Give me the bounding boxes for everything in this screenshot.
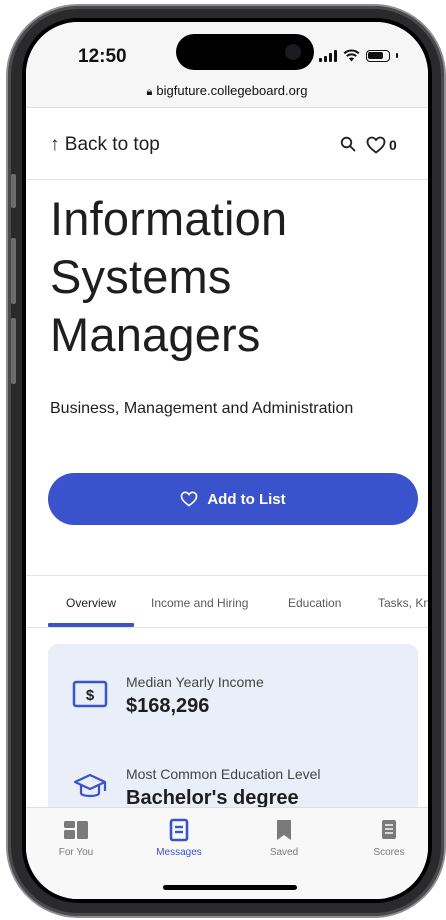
phone-bezel: 12:50 🔒︎bigfuture.collegeboard.org ↑ Ba <box>22 18 432 903</box>
add-to-list-label: Add to List <box>207 490 286 508</box>
action-button <box>11 174 16 208</box>
home-indicator[interactable] <box>163 885 297 890</box>
tab-tasks[interactable]: Tasks, Kno <box>378 596 428 610</box>
volume-down-button <box>11 318 16 384</box>
screen: 12:50 🔒︎bigfuture.collegeboard.org ↑ Ba <box>26 22 428 899</box>
stat-label: Most Common Education Level <box>126 766 321 782</box>
battery-icon <box>366 49 390 62</box>
tab-bar-saved[interactable]: Saved <box>244 818 324 858</box>
bookmark-icon <box>277 820 291 840</box>
status-time: 12:50 <box>78 46 127 67</box>
saved-list-button[interactable]: 0 <box>366 136 397 154</box>
top-nav: ↑ Back to top 0 <box>26 108 428 180</box>
tab-bar-messages[interactable]: Messages <box>139 818 219 858</box>
tab-bar-label: Saved <box>269 847 299 858</box>
tab-income-and-hiring[interactable]: Income and Hiring <box>151 596 248 610</box>
address-bar[interactable]: 🔒︎ bigfuture.collegeboard.org <box>26 78 428 108</box>
camera-icon <box>279 38 307 66</box>
add-to-list-button[interactable]: Add to List <box>48 473 418 525</box>
messages-icon <box>169 818 189 842</box>
dollar-icon: $ <box>72 680 108 708</box>
status-bar: 12:50 <box>26 22 428 78</box>
status-icons <box>319 49 398 62</box>
svg-text:$: $ <box>86 687 95 704</box>
grid-icon <box>64 821 88 839</box>
tab-bar-label: For You <box>58 847 94 858</box>
tab-bar-scores[interactable]: Scores <box>349 818 428 858</box>
volume-up-button <box>11 238 16 304</box>
saved-count: 0 <box>389 137 397 153</box>
stat-value: $168,296 <box>126 695 210 717</box>
bottom-tab-bar: For You Messages Saved Scores <box>26 807 428 899</box>
tab-bar-for-you[interactable]: For You <box>36 818 116 858</box>
search-icon[interactable] <box>340 136 356 152</box>
scores-icon <box>382 820 396 839</box>
heart-icon <box>366 136 386 154</box>
tab-bar-label: Scores <box>373 847 405 858</box>
title-line: Systems <box>50 250 232 303</box>
back-to-top-link[interactable]: ↑ Back to top <box>50 134 160 156</box>
url-text: bigfuture.collegeboard.org <box>156 83 308 98</box>
title-line: Information <box>50 192 288 245</box>
signal-icon <box>319 49 337 62</box>
wifi-icon <box>343 49 360 62</box>
heart-outline-icon <box>180 491 198 507</box>
tab-overview[interactable]: Overview <box>66 596 116 610</box>
title-line: Managers <box>50 308 261 361</box>
tab-education[interactable]: Education <box>288 596 341 610</box>
section-tabs: Overview Income and Hiring Education Tas… <box>26 576 428 628</box>
lock-icon: 🔒︎ <box>146 86 153 98</box>
tab-bar-label: Messages <box>156 847 202 858</box>
active-tab-indicator <box>48 623 134 627</box>
career-category: Business, Management and Administration <box>50 400 354 417</box>
page-title: Information Systems Managers <box>50 190 410 364</box>
graduation-cap-icon <box>73 773 107 798</box>
battery-tip <box>396 53 398 58</box>
stat-label: Median Yearly Income <box>126 674 264 690</box>
